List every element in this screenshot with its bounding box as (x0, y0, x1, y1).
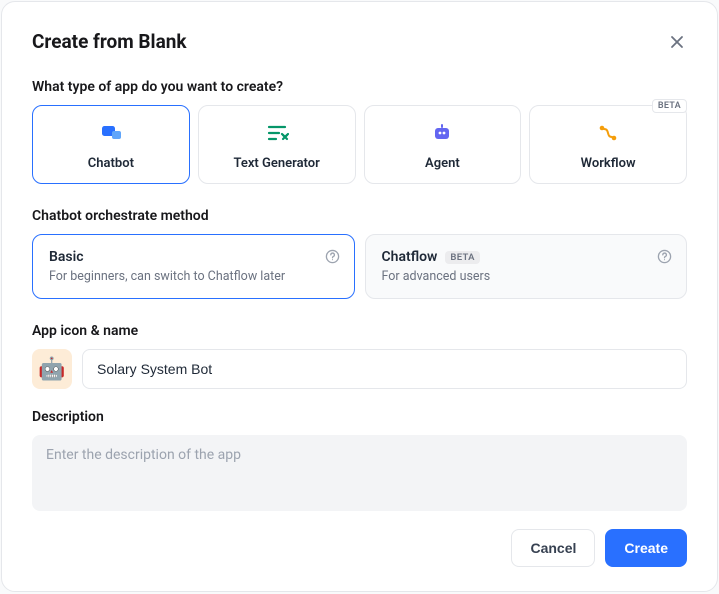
agent-icon (430, 120, 454, 146)
app-type-text-generator[interactable]: Text Generator (198, 105, 356, 184)
cancel-button[interactable]: Cancel (511, 529, 595, 567)
app-name-input[interactable] (82, 349, 687, 389)
modal-header: Create from Blank (32, 30, 687, 53)
cancel-button-label: Cancel (530, 540, 576, 556)
text-generator-icon (265, 120, 289, 146)
app-type-options: Chatbot Text Generator Agent BETA Workfl… (32, 105, 687, 184)
chatflow-beta-badge: BETA (445, 251, 479, 264)
method-title: Basic (49, 249, 84, 265)
method-title: Chatflow (382, 249, 438, 265)
icon-name-label: App icon & name (32, 323, 687, 339)
method-options: Basic For beginners, can switch to Chatf… (32, 234, 687, 299)
help-icon[interactable] (657, 249, 672, 264)
method-desc: For advanced users (382, 269, 671, 284)
modal-footer: Cancel Create (32, 529, 687, 567)
app-type-chatbot[interactable]: Chatbot (32, 105, 190, 184)
help-icon[interactable] (325, 249, 340, 264)
create-button-label: Create (624, 540, 668, 556)
create-app-modal: Create from Blank What type of app do yo… (1, 1, 718, 592)
description-label: Description (32, 409, 687, 425)
app-icon-picker[interactable]: 🤖 (32, 349, 72, 389)
method-basic[interactable]: Basic For beginners, can switch to Chatf… (32, 234, 355, 299)
create-button[interactable]: Create (605, 529, 687, 567)
app-type-label-text: Text Generator (233, 156, 319, 171)
modal-title: Create from Blank (32, 30, 187, 53)
icon-name-row: 🤖 (32, 349, 687, 389)
description-textarea[interactable] (32, 435, 687, 511)
method-desc: For beginners, can switch to Chatflow la… (49, 269, 338, 284)
close-button[interactable] (667, 32, 687, 52)
app-icon-emoji: 🤖 (38, 357, 65, 382)
method-chatflow[interactable]: Chatflow BETA For advanced users (365, 234, 688, 299)
app-type-label-text: Chatbot (88, 156, 134, 171)
app-type-workflow[interactable]: BETA Workflow (529, 105, 687, 184)
app-type-label: What type of app do you want to create? (32, 79, 687, 95)
close-icon (670, 35, 684, 49)
workflow-icon (596, 120, 620, 146)
chatbot-icon (99, 120, 123, 146)
method-label: Chatbot orchestrate method (32, 208, 687, 224)
app-type-label-text: Agent (425, 156, 460, 171)
app-type-agent[interactable]: Agent (364, 105, 522, 184)
workflow-beta-badge: BETA (652, 99, 687, 113)
app-type-label-text: Workflow (581, 156, 636, 171)
